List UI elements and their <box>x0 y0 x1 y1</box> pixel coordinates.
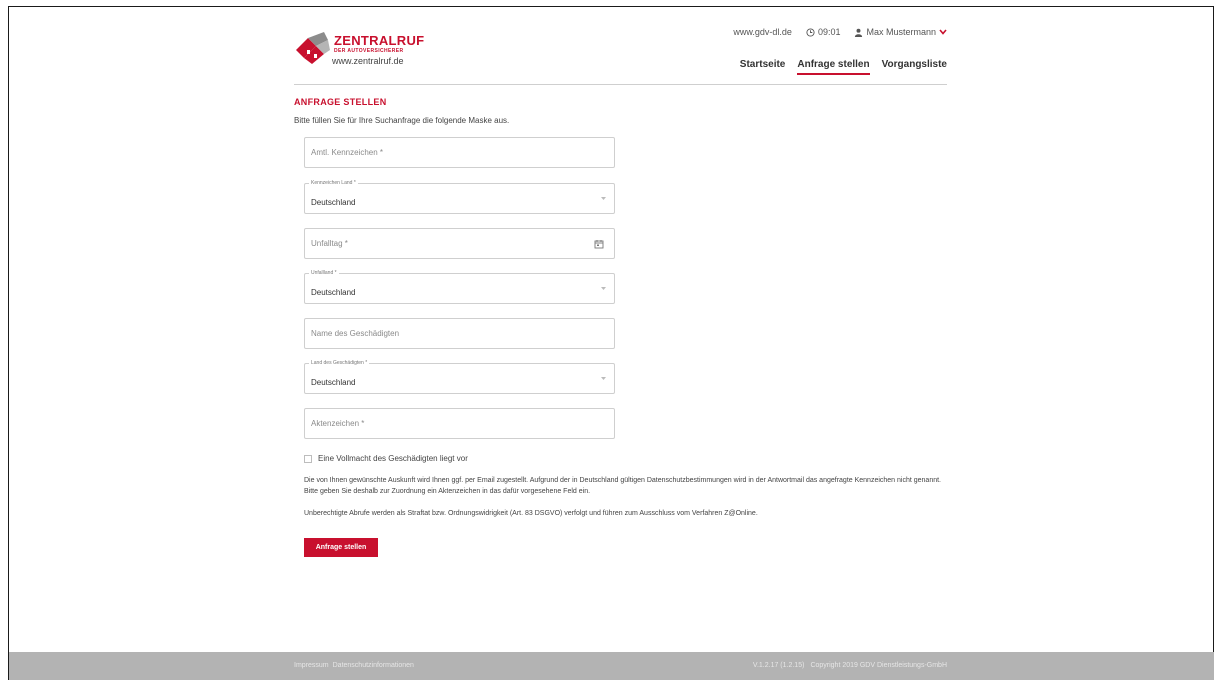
zentralruf-logo-icon <box>296 32 330 64</box>
dsgvo-notice: Unberechtigte Abrufe werden als Straftat… <box>304 510 758 517</box>
vollmacht-checkbox[interactable] <box>304 454 312 463</box>
chevron-down-icon <box>601 197 606 200</box>
page-intro: Bitte füllen Sie für Ihre Suchanfrage di… <box>294 116 510 125</box>
page-container: ZENTRALRUF DER AUTOVERSICHERER www.zentr… <box>294 7 947 627</box>
session-timer: 09:01 <box>806 27 841 37</box>
footer-meta: V.1.2.17 (1.2.15) Copyright 2019 GDV Die… <box>753 662 947 669</box>
footer-datenschutz-link[interactable]: Datenschutzinformationen <box>333 662 414 669</box>
footer-impressum-link[interactable]: Impressum <box>294 662 329 669</box>
brand-name: ZENTRALRUF <box>334 33 425 48</box>
clock-icon <box>806 27 815 37</box>
header-divider <box>294 84 947 85</box>
page-title: ANFRAGE STELLEN <box>294 97 387 107</box>
unfallland-value: Deutschland <box>311 288 356 297</box>
footer-links: Impressum Datenschutzinformationen <box>294 662 414 669</box>
vollmacht-row: Eine Vollmacht des Geschädigten liegt vo… <box>304 454 468 463</box>
unfalltag-placeholder: Unfalltag * <box>311 239 348 248</box>
geschaedigter-land-select[interactable]: Land des Geschädigten * Deutschland <box>304 360 615 394</box>
aktenzeichen-placeholder: Aktenzeichen * <box>311 419 365 428</box>
kennzeichen-land-select[interactable]: Kennzeichen Land * Deutschland <box>304 180 615 214</box>
user-name: Max Mustermann <box>866 27 936 37</box>
zentralruf-logo[interactable]: ZENTRALRUF DER AUTOVERSICHERER www.zentr… <box>294 27 434 75</box>
brand-url: www.zentralruf.de <box>332 56 404 66</box>
calendar-icon[interactable] <box>594 239 604 249</box>
unfallland-select[interactable]: Unfallland * Deutschland <box>304 270 615 304</box>
top-bar: www.gdv-dl.de 09:01 Max Mustermann <box>733 27 947 37</box>
user-menu[interactable]: Max Mustermann <box>854 27 947 37</box>
kennzeichen-placeholder: Amtl. Kennzeichen * <box>311 148 384 157</box>
kennzeichen-land-value: Deutschland <box>311 198 356 207</box>
geschaedigter-land-value: Deutschland <box>311 378 356 387</box>
footer: Impressum Datenschutzinformationen V.1.2… <box>9 652 1214 680</box>
kennzeichen-land-label: Kennzeichen Land * <box>309 180 358 186</box>
brand-subline: DER AUTOVERSICHERER <box>334 48 404 54</box>
nav-startseite[interactable]: Startseite <box>740 59 786 75</box>
session-time: 09:01 <box>817 27 841 37</box>
chevron-down-icon <box>601 377 606 380</box>
footer-version: V.1.2.17 (1.2.15) <box>752 662 805 669</box>
footer-copyright: Copyright 2019 GDV Dienstleistungs-GmbH <box>810 662 947 669</box>
site-link[interactable]: www.gdv-dl.de <box>733 27 792 37</box>
chevron-down-icon <box>601 287 606 290</box>
aktenzeichen-input[interactable]: Aktenzeichen * <box>304 408 615 439</box>
nav-vorgangsliste[interactable]: Vorgangsliste <box>882 59 947 75</box>
main-nav: Startseite Anfrage stellen Vorgangsliste <box>740 59 947 75</box>
submit-button[interactable]: Anfrage stellen <box>304 538 378 557</box>
browser-frame: ZENTRALRUF DER AUTOVERSICHERER www.zentr… <box>8 6 1214 680</box>
nav-anfrage-stellen[interactable]: Anfrage stellen <box>797 59 870 75</box>
user-icon <box>855 28 863 37</box>
unfallland-label: Unfallland * <box>309 270 339 276</box>
geschaedigter-land-label: Land des Geschädigten * <box>309 360 370 366</box>
kennzeichen-input[interactable]: Amtl. Kennzeichen * <box>304 137 615 168</box>
chevron-down-icon <box>939 29 947 35</box>
geschaedigter-name-placeholder: Name des Geschädigten <box>311 329 400 338</box>
unfalltag-input[interactable]: Unfalltag * <box>304 228 615 259</box>
vollmacht-label[interactable]: Eine Vollmacht des Geschädigten liegt vo… <box>318 454 468 463</box>
email-notice: Die von Ihnen gewünschte Auskunft wird I… <box>304 477 941 495</box>
geschaedigter-name-input[interactable]: Name des Geschädigten <box>304 318 615 349</box>
